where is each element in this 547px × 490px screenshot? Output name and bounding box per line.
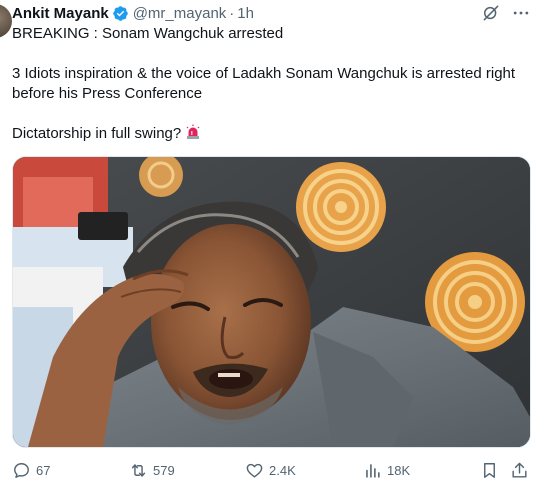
grok-icon[interactable]: [481, 3, 501, 23]
reply-button[interactable]: 67: [12, 458, 50, 482]
reply-count: 67: [36, 462, 51, 478]
views-icon: [366, 463, 380, 478]
views-count: 18K: [387, 462, 411, 478]
author-display-name[interactable]: Ankit Mayank: [12, 5, 109, 22]
bookmark-button[interactable]: [480, 458, 499, 482]
rotating-light-emoji: [186, 124, 200, 139]
wall-disc-top: [296, 162, 386, 252]
tweet-header: Ankit Mayank @mr_mayank · 1h: [12, 3, 254, 23]
tweet-card[interactable]: Ankit Mayank @mr_mayank · 1h BREAKING : …: [0, 0, 547, 490]
separator-dot: ·: [229, 4, 235, 22]
tweet-action-bar: 67 579 2.4K 18K: [12, 458, 532, 482]
tweet-line-breaking: BREAKING : Sonam Wangchuk arrested: [12, 25, 284, 42]
tweet-question-text: Dictatorship in full swing?: [12, 125, 182, 142]
tweet-top-actions: [481, 3, 531, 23]
tweet-text: BREAKING : Sonam Wangchuk arrested 3 Idi…: [12, 24, 537, 144]
heart-icon: [246, 463, 263, 478]
like-button[interactable]: 2.4K: [245, 458, 296, 482]
tweet-line-question: Dictatorship in full swing?: [12, 124, 537, 144]
like-count: 2.4K: [269, 462, 296, 478]
reply-icon: [14, 462, 29, 478]
tweet-photo[interactable]: [12, 156, 531, 448]
photo-scene: [13, 157, 530, 447]
share-icon: [512, 462, 527, 478]
author-handle[interactable]: @mr_mayank: [133, 5, 227, 22]
avatar[interactable]: [0, 4, 12, 38]
more-options-icon[interactable]: [511, 3, 531, 23]
verified-badge-icon: [112, 5, 128, 21]
tweet-time[interactable]: 1h: [237, 5, 254, 22]
bookmark-icon: [484, 462, 495, 478]
repost-count: 579: [153, 462, 175, 478]
share-button[interactable]: [510, 458, 529, 482]
tweet-line-body: 3 Idiots inspiration & the voice of Lada…: [12, 65, 516, 102]
repost-icon: [131, 463, 146, 477]
repost-button[interactable]: 579: [129, 458, 175, 482]
views-button[interactable]: 18K: [363, 458, 410, 482]
